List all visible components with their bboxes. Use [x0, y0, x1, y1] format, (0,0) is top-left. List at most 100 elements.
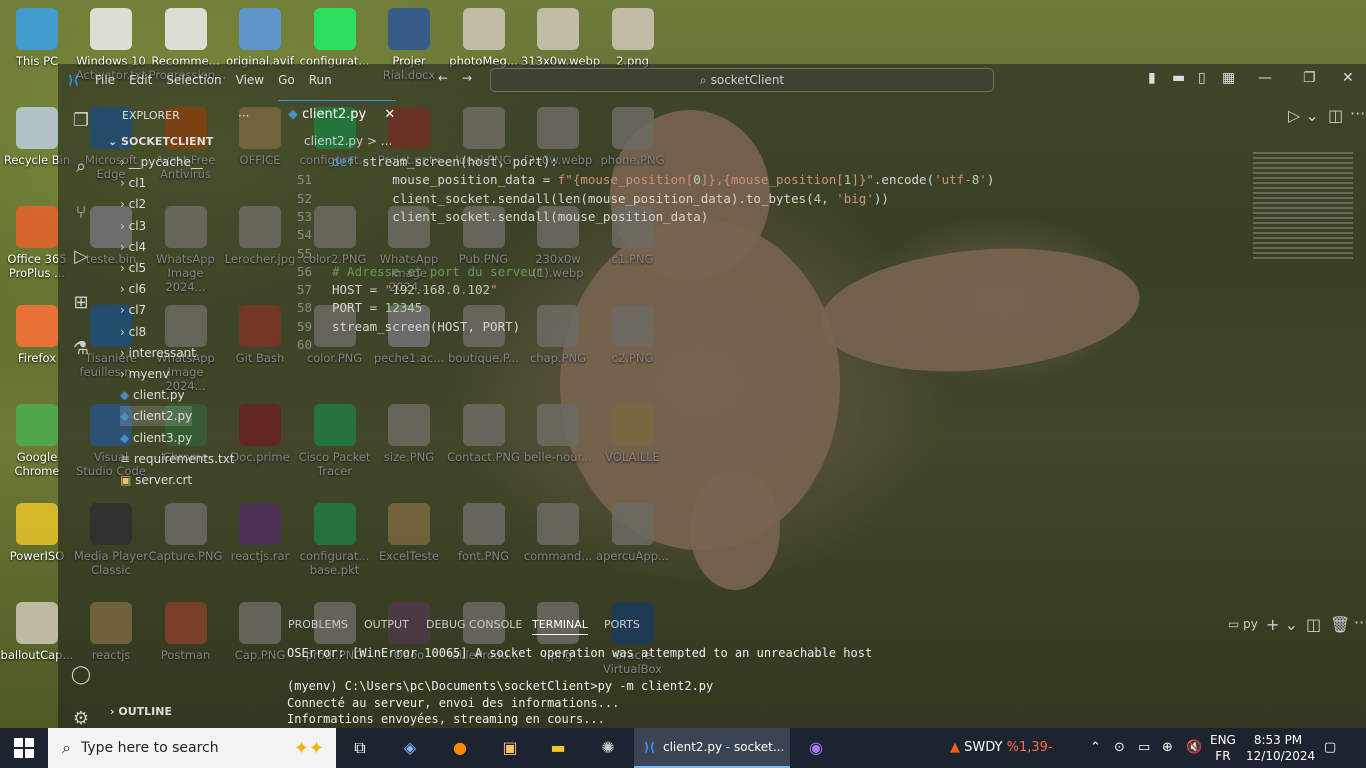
breadcrumb[interactable]: client2.py > ...: [304, 134, 392, 148]
notifications-icon[interactable]: ▢: [1324, 728, 1336, 768]
tree-item[interactable]: ≡ requirements.txt: [120, 449, 235, 469]
search-icon[interactable]: ⌕: [70, 156, 92, 178]
new-terminal-icon[interactable]: + ⌄: [1266, 615, 1298, 634]
tree-item[interactable]: ◆ client.py: [120, 385, 185, 405]
start-button[interactable]: [14, 738, 34, 758]
code-line[interactable]: 57 HOST = "192.168.0.102": [278, 281, 498, 299]
outline-section[interactable]: › OUTLINE: [110, 702, 172, 722]
vscode-window[interactable]: ⟩⟨ File Edit Selection View Go Run ← → ⌕…: [58, 64, 1366, 730]
code-line[interactable]: 54: [278, 226, 332, 244]
taskbar-vscode-window[interactable]: ⟩⟨ client2.py - socket...: [634, 728, 790, 768]
menu-edit[interactable]: Edit: [129, 73, 152, 87]
menu-go[interactable]: Go: [278, 73, 295, 87]
nav-back-icon[interactable]: ←: [438, 71, 448, 85]
close-button[interactable]: ✕: [1342, 70, 1354, 86]
split-terminal-icon[interactable]: ◫: [1306, 615, 1321, 634]
stock-widget[interactable]: ▲ SWDY %1,39-: [950, 728, 1053, 768]
tree-item[interactable]: › interessant: [120, 343, 196, 363]
taskbar-search-box[interactable]: ⌕ Type here to search ✦✦: [48, 728, 336, 768]
code-line[interactable]: 53 client_socket.sendall(mouse_position_…: [278, 208, 708, 226]
desktop-icon[interactable]: original.avif: [223, 8, 297, 68]
desktop-icon[interactable]: This PC: [0, 8, 74, 68]
desktop-icon[interactable]: 313x0w.webp: [521, 8, 600, 68]
code-line[interactable]: 51 mouse_position_data = f"{mouse_positi…: [278, 171, 994, 189]
code-line[interactable]: 52 client_socket.sendall(len(mouse_posit…: [278, 190, 889, 208]
tree-item[interactable]: › cl8: [120, 322, 146, 342]
odoo-icon[interactable]: ◉: [802, 734, 830, 762]
tree-item[interactable]: › cl1: [120, 173, 146, 193]
testing-icon[interactable]: ⚗: [70, 338, 92, 360]
code-line[interactable]: 60: [278, 336, 332, 354]
editor-more-icon[interactable]: ···: [1350, 104, 1365, 123]
run-file-icon[interactable]: ▷ ⌄: [1288, 106, 1319, 125]
tree-item[interactable]: › cl5: [120, 258, 146, 278]
language-indicator[interactable]: ENG FR: [1210, 732, 1236, 764]
terminal-shell-label[interactable]: ▭ py: [1228, 617, 1258, 631]
menu-run[interactable]: Run: [309, 73, 332, 87]
menu-view[interactable]: View: [236, 73, 264, 87]
run-debug-icon[interactable]: ▷: [70, 246, 92, 268]
customize-layout-icon[interactable]: ▦: [1222, 70, 1235, 86]
panel-more-icon[interactable]: ···: [1354, 613, 1366, 632]
tree-item[interactable]: › cl6: [120, 279, 146, 299]
command-center-search[interactable]: ⌕ socketClient: [490, 68, 994, 92]
desktop-icon[interactable]: configurat...: [298, 8, 372, 68]
nav-forward-icon[interactable]: →: [462, 71, 472, 85]
battery-icon[interactable]: ▭: [1138, 728, 1150, 768]
account-icon[interactable]: ◯: [70, 664, 92, 686]
panel-tab-terminal[interactable]: TERMINAL: [532, 618, 588, 635]
maximize-button[interactable]: ❐: [1303, 70, 1316, 86]
code-line[interactable]: 55: [278, 245, 332, 263]
panel-tab-debug-console[interactable]: DEBUG CONSOLE: [426, 618, 522, 631]
code-line[interactable]: 56 # Adresse et port du serveur: [278, 263, 543, 281]
task-view-icon[interactable]: ⧉: [346, 734, 374, 762]
packet-tracer-icon[interactable]: ✺: [594, 734, 622, 762]
stock-change: %1,39-: [1006, 740, 1053, 755]
minimap[interactable]: [1253, 152, 1353, 262]
tree-item[interactable]: › myenv: [120, 364, 170, 384]
media-player-icon[interactable]: ▣: [496, 734, 524, 762]
tab-client2[interactable]: ◆ client2.py ✕: [278, 100, 396, 129]
desktop-icon[interactable]: photoMeg...: [447, 8, 521, 68]
menu-file[interactable]: File: [95, 73, 115, 87]
panel-tab-problems[interactable]: PROBLEMS: [288, 618, 348, 631]
firefox-icon[interactable]: ●: [446, 734, 474, 762]
project-root[interactable]: ⌄ SOCKETCLIENT: [108, 132, 213, 152]
explorer-icon[interactable]: ❐: [70, 110, 92, 132]
minimize-button[interactable]: —: [1258, 70, 1272, 86]
close-tab-icon[interactable]: ✕: [384, 107, 395, 122]
split-editor-icon[interactable]: ◫: [1328, 106, 1343, 125]
search-highlight-icon[interactable]: ✦✦: [294, 738, 324, 759]
editor-area[interactable]: ◆ client2.py ✕ client2.py > ... ▷ ⌄ ◫ ··…: [278, 96, 1366, 596]
tree-item[interactable]: ▣ server.crt: [120, 470, 192, 490]
toggle-secondary-sidebar-icon[interactable]: ▯: [1198, 70, 1206, 86]
menu-selection[interactable]: Selection: [166, 73, 221, 87]
desktop-icon[interactable]: 2.png: [596, 8, 670, 68]
webcam-icon[interactable]: ⊙: [1114, 728, 1125, 768]
clock[interactable]: 8:53 PM 12/10/2024: [1246, 732, 1315, 764]
code-line[interactable]: 58 PORT = 12345: [278, 299, 422, 317]
tree-item[interactable]: ◆ client2.py: [120, 406, 193, 427]
copilot-icon[interactable]: ◈: [396, 734, 424, 762]
tree-item[interactable]: › cl4: [120, 237, 146, 257]
tree-item[interactable]: › cl2: [120, 194, 146, 214]
volume-muted-icon[interactable]: 🔇: [1186, 728, 1202, 768]
panel-tab-ports[interactable]: PORTS: [604, 618, 640, 631]
source-control-icon[interactable]: ⑂: [70, 202, 92, 224]
network-icon[interactable]: ⊕: [1162, 728, 1173, 768]
settings-gear-icon[interactable]: ⚙: [70, 708, 92, 730]
toggle-sidebar-icon[interactable]: ▮: [1148, 70, 1156, 86]
file-explorer-icon[interactable]: ▬: [544, 734, 572, 762]
code-line[interactable]: 59 stream_screen(HOST, PORT): [278, 318, 520, 336]
panel-tab-output[interactable]: OUTPUT: [364, 618, 409, 631]
show-hidden-icons-icon[interactable]: ⌃: [1090, 728, 1101, 768]
tree-item[interactable]: › cl3: [120, 216, 146, 236]
tree-item[interactable]: › __pycache__: [120, 152, 203, 172]
tree-item[interactable]: ◆ client3.py: [120, 428, 192, 448]
toggle-panel-icon[interactable]: ▬: [1172, 70, 1185, 86]
explorer-more-icon[interactable]: ···: [238, 106, 249, 126]
kill-terminal-icon[interactable]: 🗑: [1330, 615, 1350, 634]
extensions-icon[interactable]: ⊞: [70, 292, 92, 314]
tree-item[interactable]: › cl7: [120, 300, 146, 320]
code-line[interactable]: def stream_screen(host, port):: [278, 153, 558, 171]
